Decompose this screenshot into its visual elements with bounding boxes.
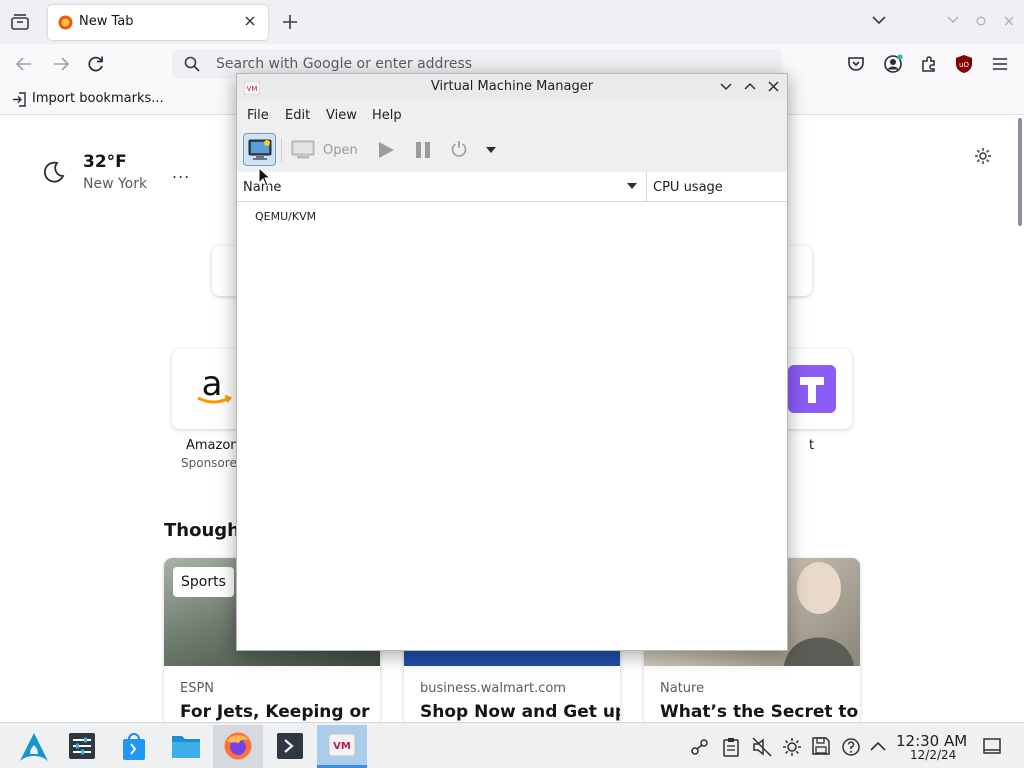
toolbar-separator xyxy=(281,138,282,162)
terminal-icon xyxy=(276,732,304,760)
close-tab-icon[interactable] xyxy=(244,15,256,27)
new-vm-button[interactable] xyxy=(243,133,276,166)
column-sort-dropdown-icon[interactable] xyxy=(627,183,637,189)
hamburger-menu-icon[interactable] xyxy=(992,57,1008,71)
firefox-icon xyxy=(223,731,253,761)
clock-date[interactable]: 12/2/24 xyxy=(910,748,956,762)
new-tab-plus-icon[interactable] xyxy=(282,14,298,30)
story-headline: What’s the Secret to xyxy=(660,702,859,722)
help-tray-icon[interactable] xyxy=(841,737,861,757)
vmm-close-icon[interactable] xyxy=(768,81,779,92)
vmm-menubar: File Edit View Help xyxy=(237,101,787,128)
t-logo-icon xyxy=(788,365,836,413)
start-menu-arch-icon[interactable] xyxy=(19,732,49,762)
amazon-logo-icon: a xyxy=(194,365,234,407)
vmm-window-title: Virtual Machine Manager xyxy=(430,79,594,94)
pocket-icon[interactable] xyxy=(847,55,865,73)
story-source: Nature xyxy=(660,681,705,696)
shortcut-t-label: t xyxy=(809,438,815,453)
clipboard-tray-icon[interactable] xyxy=(723,737,739,757)
discover-store-icon xyxy=(121,731,147,761)
search-icon xyxy=(184,56,200,72)
weather-temperature: 32°F xyxy=(83,152,127,172)
menu-help[interactable]: Help xyxy=(372,108,402,123)
url-placeholder: Search with Google or enter address xyxy=(216,56,473,72)
forward-arrow-icon[interactable] xyxy=(52,56,70,72)
taskbar-discover[interactable] xyxy=(109,725,159,768)
vmm-window: VM Virtual Machine Manager File Edit Vie… xyxy=(236,73,788,651)
ublock-shield-icon[interactable]: uO xyxy=(955,54,973,74)
account-icon[interactable] xyxy=(883,54,903,74)
story-headline: Shop Now and Get up xyxy=(420,702,620,722)
run-play-icon[interactable] xyxy=(377,141,395,159)
story-source: business.walmart.com xyxy=(420,681,566,696)
folder-icon xyxy=(171,733,201,759)
shutdown-power-icon[interactable] xyxy=(450,140,468,158)
browser-tab-bar: New Tab xyxy=(0,0,1024,44)
new-vm-monitor-icon xyxy=(248,139,272,161)
open-button-label[interactable]: Open xyxy=(323,143,358,158)
tab-list-icon[interactable] xyxy=(10,13,30,31)
shutdown-dropdown-icon[interactable] xyxy=(486,147,496,153)
svg-text:VM: VM xyxy=(333,741,351,752)
window-maximize-icon[interactable] xyxy=(976,16,986,26)
virt-manager-icon: VM xyxy=(328,731,356,759)
story-headline: For Jets, Keeping or xyxy=(180,702,370,722)
tab-overflow-chevron-icon[interactable] xyxy=(872,15,886,25)
vmm-titlebar[interactable]: VM Virtual Machine Manager xyxy=(237,74,787,101)
menu-view[interactable]: View xyxy=(326,108,357,123)
shortcut-amazon-sponsored: Sponsored xyxy=(181,456,245,470)
system-settings-icon xyxy=(68,732,96,760)
extensions-icon[interactable] xyxy=(920,55,938,73)
vmm-maximize-icon[interactable] xyxy=(744,82,756,90)
import-bookmarks-link[interactable]: Import bookmarks... xyxy=(32,91,164,106)
taskbar-file-manager[interactable] xyxy=(161,725,211,768)
vmm-toolbar: Open xyxy=(237,128,787,172)
column-cpu-header[interactable]: CPU usage xyxy=(653,180,723,195)
volume-muted-tray-icon[interactable] xyxy=(752,737,772,757)
reload-icon[interactable] xyxy=(87,55,105,73)
vm-list-header: Name CPU usage xyxy=(237,172,787,202)
svg-text:a: a xyxy=(202,365,223,404)
page-scrollbar[interactable] xyxy=(1018,118,1022,226)
svg-text:uO: uO xyxy=(959,61,969,69)
moon-weather-icon xyxy=(42,160,66,184)
tab-title: New Tab xyxy=(79,14,134,29)
settings-gear-icon[interactable] xyxy=(974,147,992,165)
column-separator xyxy=(646,172,647,202)
open-console-monitor-icon[interactable] xyxy=(291,140,315,160)
brightness-tray-icon[interactable] xyxy=(782,737,802,757)
taskbar: VM xyxy=(0,722,1024,768)
menu-file[interactable]: File xyxy=(247,108,269,123)
tab-new-tab[interactable]: New Tab xyxy=(48,5,268,40)
story-category-badge: Sports xyxy=(173,567,234,597)
network-tray-icon[interactable] xyxy=(690,737,710,757)
firefox-tab-icon xyxy=(58,15,73,30)
connection-row-qemu-kvm[interactable]: QEMU/KVM xyxy=(255,210,316,223)
tray-expand-chevron-icon[interactable] xyxy=(870,741,886,751)
show-desktop-icon[interactable] xyxy=(983,738,1001,754)
taskbar-terminal[interactable] xyxy=(265,725,315,768)
pause-icon[interactable] xyxy=(415,141,431,159)
vmm-minimize-icon[interactable] xyxy=(720,83,732,91)
save-disk-tray-icon[interactable] xyxy=(812,737,830,755)
taskbar-virt-manager[interactable]: VM xyxy=(317,725,367,768)
window-minimize-icon[interactable] xyxy=(947,16,959,24)
weather-more-button[interactable]: ... xyxy=(172,163,190,182)
taskbar-firefox[interactable] xyxy=(213,725,263,768)
mouse-cursor-icon xyxy=(258,167,272,187)
back-arrow-icon[interactable] xyxy=(15,56,33,72)
shortcut-amazon-label: Amazon xyxy=(186,438,239,453)
weather-city: New York xyxy=(83,176,148,192)
menu-edit[interactable]: Edit xyxy=(285,108,310,123)
taskbar-system-settings[interactable] xyxy=(57,725,107,768)
window-close-icon[interactable] xyxy=(1004,16,1014,26)
import-icon xyxy=(12,92,27,107)
story-source: ESPN xyxy=(180,681,215,696)
